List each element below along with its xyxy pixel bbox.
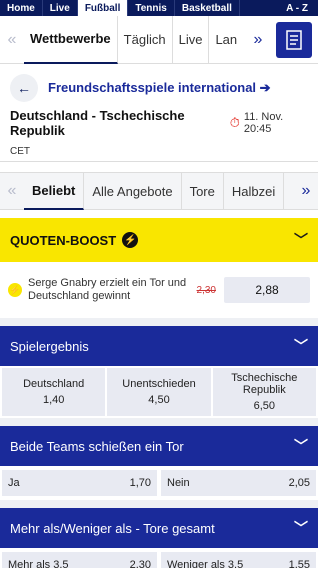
chevron-down-icon: ﹀ (294, 338, 308, 354)
tab-halbzeit[interactable]: Halbzei (224, 172, 285, 210)
chevron-down-icon: ﹀ (294, 520, 308, 536)
timezone: CET (10, 146, 30, 157)
tab-laender[interactable]: Lan (209, 16, 243, 64)
nav-tennis[interactable]: Tennis (128, 0, 175, 16)
chevron-down-icon: ﹀ (294, 232, 308, 248)
odds-yes-button[interactable]: Ja 1,70 (2, 470, 157, 496)
odds-away-button[interactable]: Tschechische Republik 6,50 (212, 368, 316, 416)
market-header-btts[interactable]: Beide Teams schießen ein Tor ﹀ (0, 426, 318, 466)
match-title: Deutschland - Tschechische Republik (10, 108, 185, 138)
betslip-button[interactable] (276, 21, 312, 58)
odds-home-button[interactable]: Deutschland 1,40 (2, 368, 106, 416)
tab-taeglich[interactable]: Täglich (118, 15, 173, 64)
boost-text: Serge Gnabry erzielt ein Tor und Deutsch… (28, 277, 187, 302)
boost-title: QUOTEN-BOOST (10, 232, 117, 248)
nav-live[interactable]: Live (43, 0, 78, 16)
market-tabs: « Beliebt Alle Angebote Tore Halbzei » (0, 172, 318, 210)
odds-draw-button[interactable]: Unentschieden 4,50 (107, 368, 211, 416)
back-arrow-icon[interactable]: ← (10, 74, 38, 102)
nav-fussball[interactable]: Fußball (77, 0, 129, 16)
chevron-left-icon[interactable]: « (0, 31, 24, 49)
nav-a-z[interactable]: A - Z (279, 0, 318, 16)
tab-tore[interactable]: Tore (182, 172, 224, 210)
nav-basketball[interactable]: Basketball (175, 0, 240, 16)
event-header: ← Freundschaftsspiele international ➔ De… (0, 64, 318, 162)
lightning-icon: ⚡ (8, 283, 22, 297)
boost-row: ⚡ Serge Gnabry erzielt ein Tor und Deuts… (0, 262, 318, 318)
clock-icon: ⏱ (229, 115, 240, 130)
chevron-down-icon: ﹀ (294, 438, 308, 454)
match-date: 11. Nov. 20:45 (243, 111, 284, 135)
odds-over-button[interactable]: Mehr als 3.5 2,30 (2, 552, 157, 568)
betslip-icon (286, 29, 302, 50)
odds-no-button[interactable]: Nein 2,05 (161, 470, 316, 496)
competition-link[interactable]: Freundschaftsspiele international ➔ (48, 80, 271, 96)
chevron-right-icon[interactable]: » (294, 182, 318, 200)
tab-wettbewerbe[interactable]: Wettbewerbe (24, 15, 118, 64)
old-odds: 2,30 (196, 284, 216, 296)
chevron-right-icon[interactable]: » (246, 31, 270, 49)
sub-nav: « Wettbewerbe Täglich Live Lan » (0, 15, 318, 64)
tab-live[interactable]: Live (173, 15, 210, 64)
quoten-boost-header[interactable]: QUOTEN-BOOST ⚡ ﹀ (0, 218, 318, 262)
tab-alle-angebote[interactable]: Alle Angebote (84, 172, 182, 210)
chevron-left-icon[interactable]: « (0, 182, 24, 200)
market-header-over-under[interactable]: Mehr als/Weniger als - Tore gesamt ﹀ (0, 508, 318, 548)
market-header-spielergebnis[interactable]: Spielergebnis ﹀ (0, 326, 318, 366)
top-nav: Home Live Fußball Tennis Basketball A - … (0, 0, 318, 16)
boost-odds-button[interactable]: 2,88 (224, 277, 310, 303)
nav-home[interactable]: Home (0, 0, 43, 16)
odds-under-button[interactable]: Weniger als 3.5 1,55 (161, 552, 316, 568)
tab-beliebt[interactable]: Beliebt (24, 172, 85, 210)
lightning-icon: ⚡ (122, 232, 139, 248)
